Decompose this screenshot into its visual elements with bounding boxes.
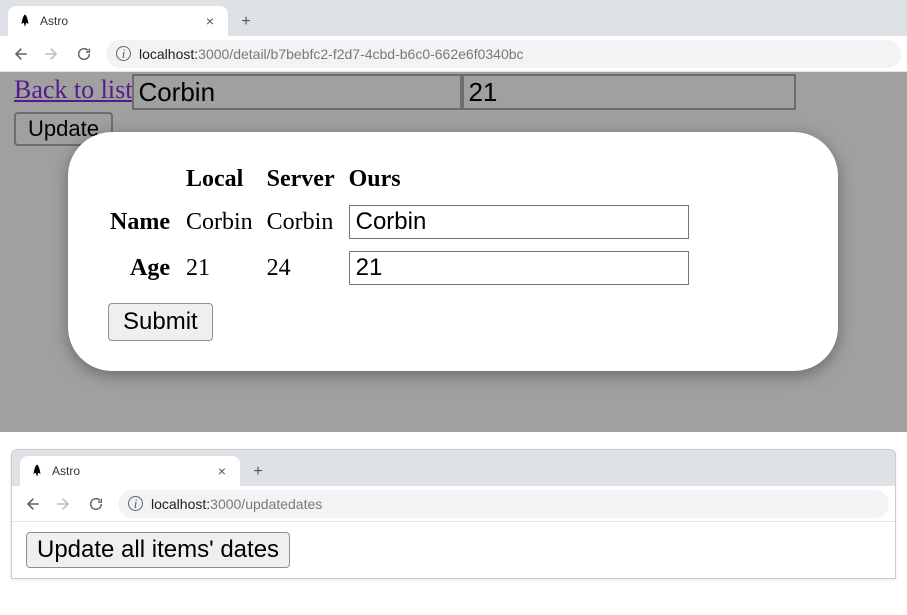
new-tab-button[interactable]: +	[244, 458, 272, 486]
browser-tab-astro[interactable]: Astro ×	[20, 456, 240, 486]
row-age-label: Age	[108, 251, 174, 285]
table-row: Name Corbin Corbin	[108, 205, 691, 239]
back-button[interactable]	[18, 490, 46, 518]
col-server: Server	[265, 166, 337, 193]
name-field[interactable]	[132, 74, 462, 110]
age-field[interactable]	[462, 74, 796, 110]
address-text: localhost:3000/detail/b7bebfc2-f2d7-4cbd…	[139, 46, 524, 62]
close-icon[interactable]: ×	[214, 463, 230, 479]
row-name-label: Name	[108, 205, 174, 239]
age-server-cell: 24	[265, 251, 337, 285]
forward-button[interactable]	[38, 40, 66, 68]
back-to-list-link[interactable]: Back to list	[14, 74, 132, 106]
col-local: Local	[184, 166, 255, 193]
browser-window-2: Astro × + i localhost:3000/updatedates U…	[11, 449, 896, 579]
age-ours-input[interactable]	[349, 251, 689, 285]
submit-button[interactable]: Submit	[108, 303, 213, 341]
address-bar[interactable]: i localhost:3000/detail/b7bebfc2-f2d7-4c…	[106, 40, 901, 68]
site-info-icon[interactable]: i	[116, 46, 131, 61]
astro-icon	[30, 464, 44, 478]
name-server-cell: Corbin	[265, 205, 337, 239]
toolbar: i localhost:3000/updatedates	[12, 486, 895, 522]
table-row: Age 21 24	[108, 251, 691, 285]
tab-strip: Astro × +	[12, 450, 895, 486]
toolbar: i localhost:3000/detail/b7bebfc2-f2d7-4c…	[0, 36, 907, 72]
name-local-cell: Corbin	[184, 205, 255, 239]
back-button[interactable]	[6, 40, 34, 68]
new-tab-button[interactable]: +	[232, 8, 260, 36]
tab-title: Astro	[40, 14, 194, 28]
conflict-modal: Local Server Ours Name Corbin Corbin Age…	[68, 132, 838, 371]
browser-window-1: Astro × + i localhost:3000/detail/b7bebf…	[0, 0, 907, 432]
tab-strip: Astro × +	[0, 0, 907, 36]
page-detail: Back to list Update Local Server Ours Na…	[0, 72, 907, 432]
astro-icon	[18, 14, 32, 28]
browser-tab-astro[interactable]: Astro ×	[8, 6, 228, 36]
site-info-icon[interactable]: i	[128, 496, 143, 511]
address-bar[interactable]: i localhost:3000/updatedates	[118, 490, 889, 518]
tab-title: Astro	[52, 464, 206, 478]
col-ours: Ours	[347, 166, 691, 193]
name-ours-input[interactable]	[349, 205, 689, 239]
close-icon[interactable]: ×	[202, 13, 218, 29]
reload-button[interactable]	[82, 490, 110, 518]
reload-button[interactable]	[70, 40, 98, 68]
page-updatedates: Update all items' dates	[12, 522, 895, 578]
update-all-dates-button[interactable]: Update all items' dates	[26, 532, 290, 568]
forward-button[interactable]	[50, 490, 78, 518]
age-local-cell: 21	[184, 251, 255, 285]
conflict-table: Local Server Ours Name Corbin Corbin Age…	[98, 154, 701, 297]
address-text: localhost:3000/updatedates	[151, 496, 322, 512]
